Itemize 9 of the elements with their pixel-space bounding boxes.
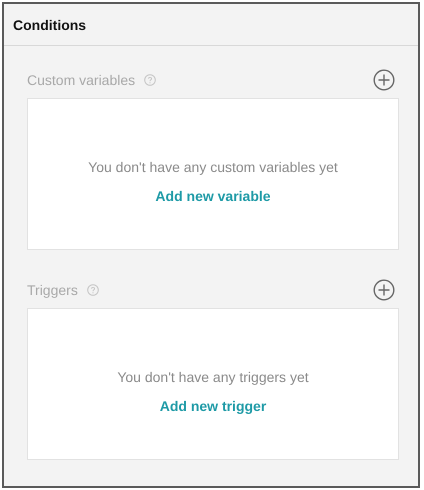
panel-title: Conditions: [13, 16, 86, 32]
add-link[interactable]: Add new trigger: [160, 398, 266, 414]
add-icon[interactable]: [373, 69, 395, 91]
empty-message: You don't have any custom variables yet: [88, 158, 338, 174]
section-title: Custom variables: [27, 72, 136, 88]
empty-message: You don't have any triggers yet: [117, 368, 309, 384]
add-icon[interactable]: [373, 279, 395, 301]
section-title: Triggers: [27, 282, 78, 298]
add-link[interactable]: Add new variable: [155, 188, 271, 204]
